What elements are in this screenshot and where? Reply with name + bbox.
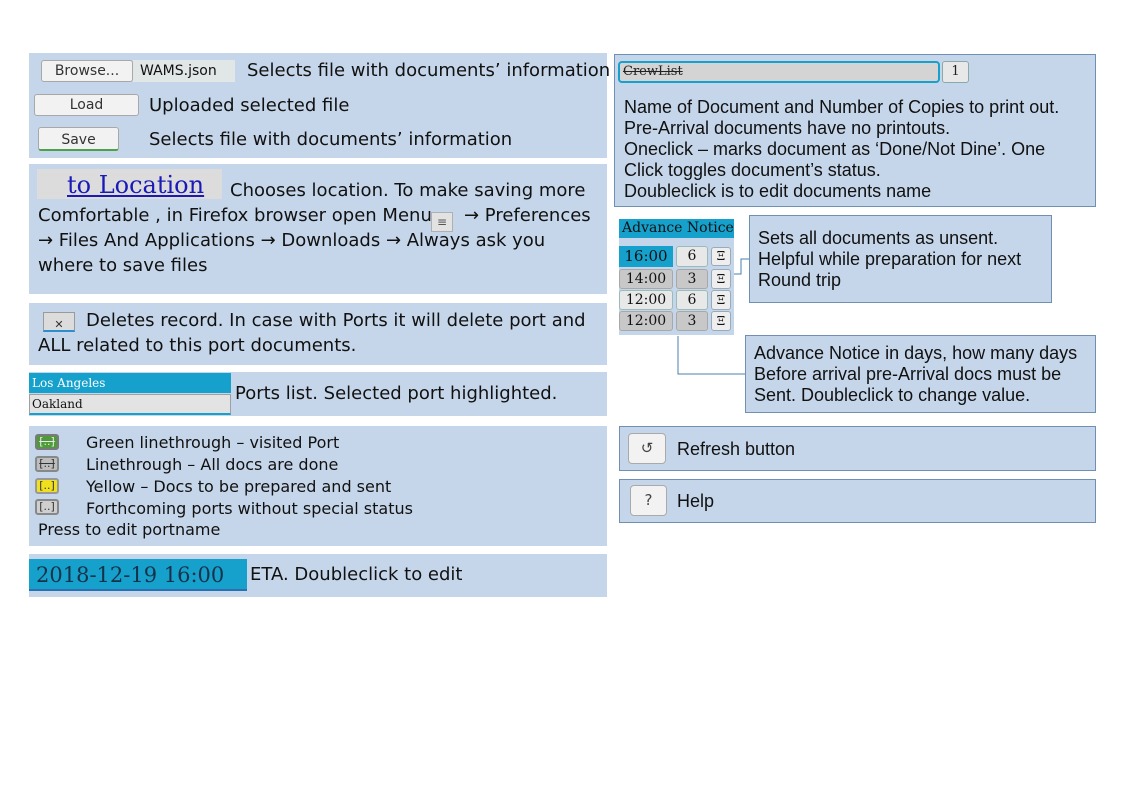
refresh-button[interactable]: ↺: [628, 433, 666, 464]
load-button[interactable]: Load: [34, 94, 139, 116]
browse-description: Selects file with documents’ information: [247, 60, 611, 81]
refresh-label: Refresh button: [677, 439, 796, 459]
help-panel: ? Help: [619, 479, 1096, 523]
location-text-2b: → Preferences: [464, 205, 591, 226]
close-icon: ✕: [54, 318, 64, 331]
to-location-button[interactable]: to Location: [37, 169, 222, 199]
location-text-4: where to save files: [38, 255, 208, 276]
save-button[interactable]: Save: [38, 127, 119, 151]
location-text-3: → Files And Applications → Downloads → A…: [38, 230, 546, 251]
time-cell[interactable]: 12:00: [619, 311, 673, 331]
document-text-5: Doubleclick is to edit documents name: [624, 181, 932, 201]
advance-text-1: Advance Notice in days, how many days: [754, 343, 1078, 363]
legend-swatch-visited: [..]: [35, 434, 59, 450]
time-cell[interactable]: 12:00: [619, 290, 673, 310]
file-panel: Browse... WAMS.json Selects file with do…: [29, 53, 611, 158]
menu-icon: ≡: [431, 212, 453, 232]
legend-label-pending: Yellow – Docs to be prepared and sent: [86, 477, 392, 496]
document-panel: CrewList 1 Name of Document and Number o…: [614, 54, 1096, 207]
ports-panel: Los Angeles Oakland Ports list. Selected…: [29, 372, 607, 416]
load-description: Uploaded selected file: [149, 95, 350, 116]
unsent-callout: Sets all documents as unsent. Helpful wh…: [749, 215, 1052, 303]
eta-value[interactable]: 2018-12-19 16:00: [29, 559, 247, 591]
help-icon: ?: [644, 491, 653, 509]
file-name: WAMS.json: [133, 60, 235, 82]
unsent-text-2: Helpful while preparation for next: [758, 249, 1022, 269]
legend-label-forthcoming: Forthcoming ports without special status: [86, 499, 413, 518]
document-name-field[interactable]: CrewList: [618, 61, 940, 83]
unsent-text-3: Round trip: [758, 270, 842, 290]
help-button[interactable]: ?: [630, 485, 667, 516]
port-item[interactable]: Oakland: [29, 394, 231, 415]
advance-notice-header: Advance Notice: [619, 219, 734, 238]
time-cell-selected[interactable]: 16:00: [619, 246, 673, 267]
legend-swatch-forthcoming: [..]: [35, 499, 59, 515]
document-text-1: Name of Document and Number of Copies to…: [624, 97, 1060, 117]
save-description: Selects file with documents’ information: [149, 129, 513, 150]
unsent-connector: [734, 258, 749, 275]
advance-callout: Advance Notice in days, how many days Be…: [745, 335, 1096, 413]
copies-field[interactable]: 1: [942, 61, 969, 83]
location-text-1: Chooses location. To make saving more: [230, 180, 586, 201]
legend-panel: [..] Green linethrough – visited Port [.…: [29, 426, 607, 546]
advance-text-2: Before arrival pre-Arrival docs must be: [754, 364, 1062, 384]
to-location-link[interactable]: to Location: [67, 171, 204, 199]
menu-icon[interactable]: Ξ: [711, 311, 731, 331]
delete-panel: ✕ Deletes record. In case with Ports it …: [29, 303, 607, 365]
document-text-3: Oneclick – marks document as ‘Done/Not D…: [624, 139, 1046, 159]
port-item-selected[interactable]: Los Angeles: [29, 373, 231, 393]
eta-panel: 2018-12-19 16:00 ETA. Doubleclick to edi…: [29, 554, 607, 597]
legend-swatch-pending: [..]: [35, 478, 59, 494]
time-cell[interactable]: 14:00: [619, 269, 673, 289]
delete-text-2: ALL related to this port documents.: [38, 335, 357, 356]
refresh-panel: ↺ Refresh button: [619, 426, 1096, 471]
delete-text-1: Deletes record. In case with Ports it wi…: [86, 310, 586, 331]
unsent-text-1: Sets all documents as unsent.: [758, 228, 999, 248]
location-text-2: Comfortable , in Firefox browser open Me…: [38, 205, 432, 226]
delete-button[interactable]: ✕: [43, 312, 75, 332]
days-cell[interactable]: 6: [676, 290, 708, 310]
advance-text-3: Sent. Doubleclick to change value.: [754, 385, 1031, 405]
days-cell[interactable]: 6: [676, 246, 708, 267]
days-cell[interactable]: 3: [676, 311, 708, 331]
advance-notice-widget: Advance Notice 16:00 6 Ξ 14:00 3 Ξ 12:00…: [619, 219, 734, 335]
legend-label-visited: Green linethrough – visited Port: [86, 433, 340, 452]
legend-label-done: Linethrough – All docs are done: [86, 455, 339, 474]
eta-description: ETA. Doubleclick to edit: [250, 564, 463, 585]
menu-icon[interactable]: Ξ: [711, 269, 731, 289]
browse-button[interactable]: Browse...: [41, 60, 133, 82]
advance-connector: [677, 336, 745, 375]
menu-icon[interactable]: Ξ: [711, 247, 731, 266]
help-label: Help: [677, 491, 715, 511]
ports-description: Ports list. Selected port highlighted.: [235, 383, 558, 404]
menu-icon[interactable]: Ξ: [711, 290, 731, 310]
days-cell[interactable]: 3: [676, 269, 708, 289]
location-panel: to Location Chooses location. To make sa…: [29, 164, 607, 294]
legend-swatch-done: [..]: [35, 456, 59, 472]
legend-footer: Press to edit portname: [38, 520, 221, 539]
document-text-4: Click toggles document’s status.: [624, 160, 881, 180]
refresh-icon: ↺: [640, 439, 654, 457]
document-text-2: Pre-Arrival documents have no printouts.: [624, 118, 951, 138]
